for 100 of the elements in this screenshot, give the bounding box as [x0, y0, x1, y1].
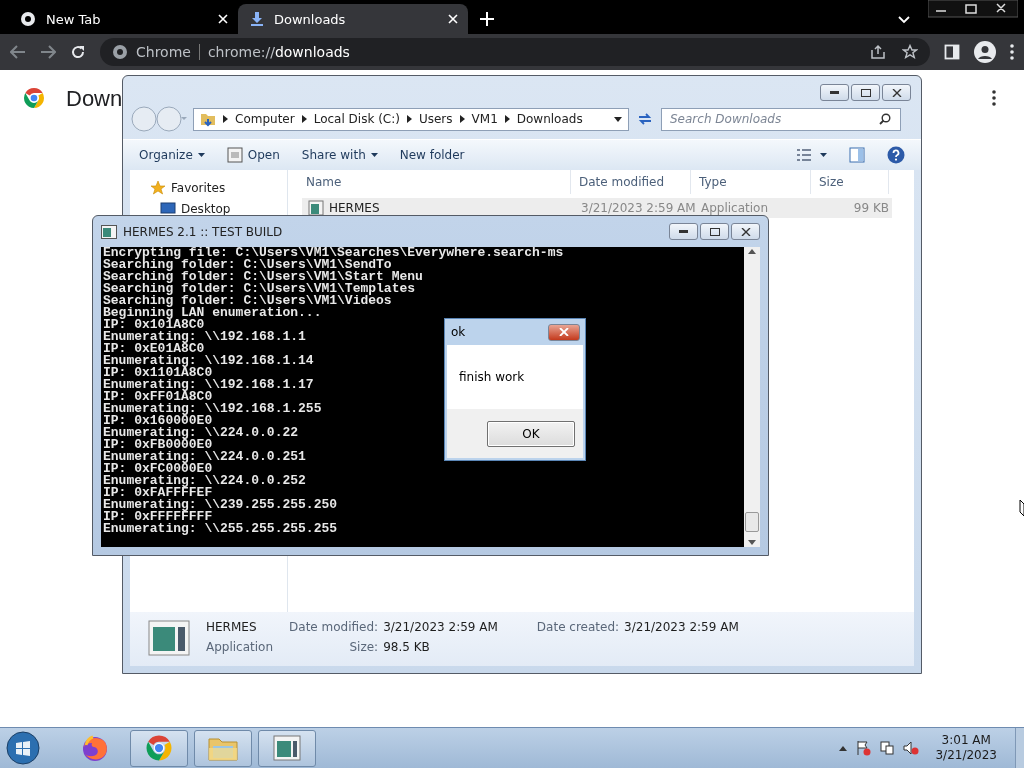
caret-icon — [614, 116, 622, 122]
toolbar-button[interactable]: New folder — [399, 148, 465, 162]
console-line: IP: 0xFF01A8C0 — [103, 391, 213, 403]
back-icon — [10, 45, 26, 59]
console-line: IP: 0xFC0000E0 — [103, 463, 213, 475]
fox-globe-icon — [80, 733, 110, 763]
taskbar-button[interactable] — [258, 729, 316, 767]
detail-value: 3/21/2023 2:59 AM — [383, 620, 498, 634]
window-controls-icon — [928, 0, 1018, 18]
detail-value: 98.5 KB — [383, 640, 431, 654]
close-icon — [891, 88, 902, 97]
console-line: Searching folder: C:\Users\VM1\Videos — [103, 295, 392, 307]
scrollbar[interactable] — [744, 247, 760, 547]
toolbar-button[interactable]: Open — [226, 147, 280, 163]
file-row[interactable]: HERMES 3/21/2023 2:59 AM Application 99 KB — [302, 198, 892, 218]
breadcrumb[interactable]: VM1 — [471, 112, 498, 126]
browser-tab[interactable]: New Tab — [8, 4, 238, 34]
taskbar-button[interactable] — [130, 729, 188, 767]
nav-item[interactable]: Favorites — [150, 180, 287, 196]
breadcrumb[interactable]: Local Disk (C:) — [313, 112, 400, 126]
program-window-icon — [226, 147, 243, 163]
column-header[interactable]: Date modified — [571, 170, 691, 194]
minimize-icon — [830, 91, 839, 94]
console-line: Enumerating: \\192.168.1.17 — [103, 379, 314, 391]
toolbar-button[interactable]: Share with — [301, 148, 378, 162]
chevron-right-icon — [406, 115, 412, 123]
window-title: HERMES 2.1 :: TEST BUILD — [123, 224, 284, 239]
minimize-button[interactable] — [669, 223, 698, 240]
maximize-button[interactable] — [851, 84, 880, 101]
address-bar[interactable]: Chrome chrome://downloads — [100, 38, 930, 66]
monitor-icon — [160, 202, 176, 216]
close-button[interactable] — [882, 84, 911, 101]
close-button[interactable] — [731, 223, 760, 240]
program-window-icon — [273, 735, 301, 761]
forward-icon — [40, 45, 56, 59]
column-header[interactable]: Size — [811, 170, 889, 194]
back-forward-icon — [131, 106, 187, 132]
folder-icon — [200, 111, 216, 127]
console-line: Enumerating: \\224.0.0.251 — [103, 451, 306, 463]
dialog-message: finish work — [459, 370, 525, 384]
maximize-button[interactable] — [700, 223, 729, 240]
profile-avatar-icon — [974, 41, 996, 63]
close-button[interactable] — [548, 323, 580, 341]
console-line: Enumerating: \\239.255.255.250 — [103, 499, 338, 511]
browser-tab[interactable]: Downloads — [238, 4, 468, 34]
console-line: IP: 0xFFFFFFFF — [103, 511, 213, 523]
program-window-icon — [148, 620, 190, 656]
search-field[interactable]: Search Downloads — [661, 107, 901, 131]
column-header[interactable]: Type — [691, 170, 811, 194]
console-line: Enumerating: \\192.168.1.14 — [103, 355, 314, 367]
breadcrumb[interactable]: Downloads — [516, 112, 583, 126]
site-label: Chrome — [136, 44, 191, 60]
console-line: Enumerating: \\192.168.1.1 — [103, 331, 306, 343]
detail-value: 3/21/2023 2:59 AM — [624, 620, 739, 634]
nav-item[interactable]: Desktop — [150, 202, 287, 216]
breadcrumb[interactable]: Computer — [235, 112, 295, 126]
page-title: Down — [66, 86, 123, 112]
chevron-right-icon — [223, 115, 228, 123]
taskbar-button[interactable] — [194, 729, 252, 767]
clock-time[interactable]: 3:01 AM — [941, 733, 991, 748]
reload-icon — [70, 44, 86, 60]
chevron-up-icon — [839, 745, 848, 751]
console-line: Searching folder: C:\Users\VM1\Start Menu — [103, 271, 423, 283]
console-line: IP: 0xFAFFFFEF — [103, 487, 213, 499]
ok-button[interactable]: OK — [487, 420, 575, 447]
console-line: Searching folder: C:\Users\VM1\SendTo — [103, 259, 392, 271]
console-line: IP: 0x1101A8C0 — [103, 367, 213, 379]
scroll-thumb[interactable] — [745, 512, 759, 532]
breadcrumb[interactable]: Users — [418, 112, 453, 126]
view-list-icon — [796, 148, 812, 162]
side-panel-icon — [944, 44, 960, 60]
file-name: HERMES — [206, 620, 258, 634]
clock-date[interactable]: 3/21/2023 — [935, 748, 997, 763]
console-line: Searching folder: C:\Users\VM1\Templates — [103, 283, 416, 295]
close-icon — [218, 14, 228, 24]
console-line: IP: 0x160000E0 — [103, 415, 213, 427]
caret-icon — [370, 153, 378, 157]
browser-logo-icon — [22, 86, 46, 110]
minimize-icon — [679, 230, 688, 233]
preview-pane-icon — [849, 147, 865, 163]
detail-label: Size: — [348, 640, 379, 654]
detail-label: Date created: — [536, 620, 620, 634]
start-orb-icon — [6, 731, 40, 765]
maximize-icon — [860, 88, 871, 97]
program-window-icon — [308, 200, 324, 216]
chevron-right-icon — [459, 115, 465, 123]
address-bar[interactable]: Computer Local Disk (C:) Users VM1 Downloads — [193, 107, 629, 131]
detail-label: Date modified: — [289, 620, 379, 634]
file-type: Application — [206, 640, 274, 654]
minimize-button[interactable] — [820, 84, 849, 101]
url-text: chrome://downloads — [207, 44, 350, 60]
menu-icon — [992, 90, 996, 106]
column-header[interactable]: Name — [298, 170, 571, 194]
browser-logo-icon — [144, 733, 174, 763]
console-line: Enumerating: \\224.0.0.22 — [103, 427, 299, 439]
toolbar-button[interactable]: Organize — [139, 148, 205, 162]
console-line: Beginning LAN enumeration... — [103, 307, 322, 319]
close-icon — [740, 227, 751, 236]
chevron-right-icon — [504, 115, 510, 123]
menu-icon — [1010, 44, 1014, 60]
